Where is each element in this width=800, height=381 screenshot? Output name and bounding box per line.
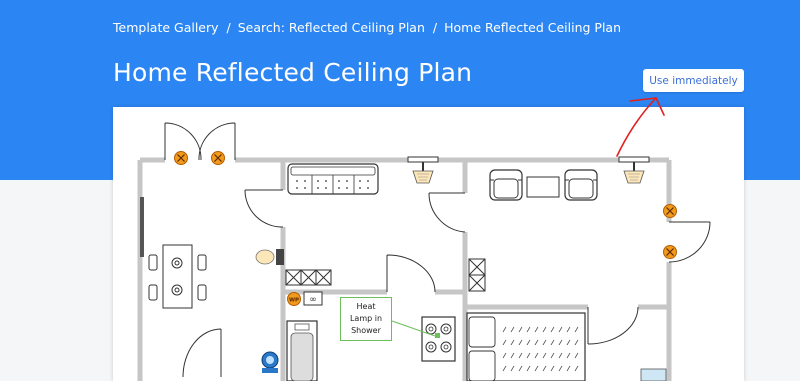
side-table (526, 176, 560, 198)
wall-lamp-icon (255, 249, 284, 265)
heat-lamp-marker (435, 333, 440, 338)
use-immediately-button[interactable]: Use immediately (643, 69, 744, 92)
sofa-icon (287, 163, 379, 195)
template-preview-card: WP ∞ Heat Lamp in Shower (113, 107, 744, 381)
cabinet-icon (285, 258, 486, 292)
callout-line-3: Shower (351, 326, 381, 335)
page-title: Home Reflected Ceiling Plan (113, 58, 473, 87)
floor-plan: WP ∞ (137, 122, 711, 381)
stove-icon (421, 316, 456, 362)
window (140, 197, 144, 257)
breadcrumb-search-link[interactable]: Search: Reflected Ceiling Plan (238, 20, 425, 35)
ceiling-light-icon (210, 150, 226, 166)
wp-label: WP (289, 298, 299, 304)
ceiling-light-icon (662, 203, 678, 219)
ceiling-light-icon (173, 150, 189, 166)
armchair-icon (489, 169, 523, 201)
light-fixture-icon (618, 156, 650, 184)
dryer-symbol: ∞ (309, 295, 317, 305)
ceiling-light-icon (662, 244, 678, 260)
wp-light-icon: WP (287, 292, 301, 306)
dining-table-icon (148, 244, 207, 309)
heat-lamp-callout: Heat Lamp in Shower (340, 297, 392, 341)
bath-vanity-icon (640, 368, 667, 381)
breadcrumb-gallery-link[interactable]: Template Gallery (113, 20, 219, 35)
armchair-icon (564, 169, 598, 201)
callout-line-1: Heat (356, 302, 376, 311)
callout-line-2: Lamp in (349, 314, 383, 323)
breadcrumb-separator: / (226, 19, 231, 35)
toilet-icon (261, 351, 279, 373)
breadcrumb-separator: / (432, 19, 438, 35)
bathtub-icon (286, 320, 318, 381)
light-fixture-icon (407, 156, 439, 184)
breadcrumb-current: Home Reflected Ceiling Plan (444, 19, 622, 35)
breadcrumb: Template Gallery / Search: Reflected Cei… (113, 19, 621, 35)
bed-icon (466, 312, 586, 381)
